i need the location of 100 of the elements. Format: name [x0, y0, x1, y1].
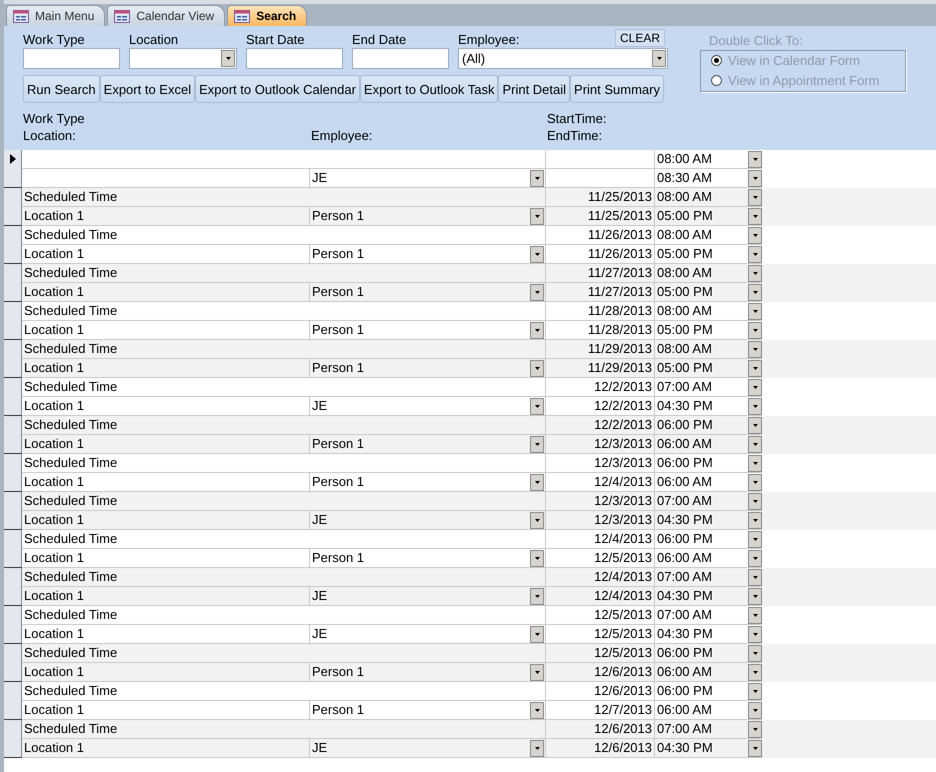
- dropdown-button[interactable]: [530, 208, 544, 224]
- time-field[interactable]: 06:00 PM: [655, 682, 762, 701]
- tab[interactable]: Search: [227, 5, 308, 26]
- tab[interactable]: Main Menu: [6, 5, 106, 26]
- time-field[interactable]: 06:00 PM: [655, 454, 762, 473]
- dropdown-button[interactable]: [748, 740, 762, 756]
- employee-field[interactable]: JE: [310, 739, 546, 758]
- time-field[interactable]: 08:00 AM: [655, 188, 762, 207]
- dropdown-button[interactable]: [748, 436, 762, 452]
- dropdown-button[interactable]: [748, 360, 762, 376]
- time-field[interactable]: 05:00 PM: [655, 207, 762, 226]
- dropdown-button[interactable]: [748, 454, 762, 472]
- toolbar-button[interactable]: Print Detail: [498, 75, 570, 103]
- dropdown-button[interactable]: [748, 246, 762, 262]
- time-field[interactable]: 07:00 AM: [655, 568, 762, 587]
- dropdown-button[interactable]: [748, 302, 762, 320]
- record-selector[interactable]: [4, 682, 22, 720]
- dropdown-button[interactable]: [530, 550, 544, 566]
- input-field[interactable]: [23, 48, 120, 69]
- dropdown-button[interactable]: [530, 322, 544, 338]
- time-field[interactable]: 06:00 AM: [655, 435, 762, 454]
- toolbar-button[interactable]: Export to Outlook Task: [360, 75, 498, 103]
- time-field[interactable]: 07:00 AM: [655, 378, 762, 397]
- dropdown-button[interactable]: [530, 512, 544, 528]
- dropdown-button[interactable]: [748, 208, 762, 224]
- clear-button[interactable]: CLEAR: [614, 29, 665, 47]
- toolbar-button[interactable]: Run Search: [23, 75, 100, 103]
- time-field[interactable]: 07:00 AM: [655, 606, 762, 625]
- dropdown-button[interactable]: [748, 150, 762, 168]
- toolbar-button[interactable]: Export to Excel: [100, 75, 196, 103]
- time-field[interactable]: 06:00 PM: [655, 416, 762, 435]
- dropdown-button[interactable]: [530, 588, 544, 604]
- dropdown-button[interactable]: [748, 512, 762, 528]
- employee-field[interactable]: JE: [310, 511, 546, 530]
- time-field[interactable]: 05:00 PM: [655, 283, 762, 302]
- time-field[interactable]: 08:00 AM: [655, 302, 762, 321]
- employee-field[interactable]: Person 1: [310, 207, 546, 226]
- combo-field[interactable]: [129, 48, 237, 69]
- record-selector[interactable]: [4, 378, 22, 416]
- employee-field[interactable]: Person 1: [310, 435, 546, 454]
- dropdown-button[interactable]: [530, 284, 544, 300]
- record-selector[interactable]: [4, 720, 22, 758]
- record-selector[interactable]: [4, 226, 22, 264]
- record-selector[interactable]: [4, 644, 22, 682]
- dropdown-button[interactable]: [748, 188, 762, 206]
- dropdown-button[interactable]: [530, 702, 544, 718]
- employee-field[interactable]: JE: [310, 587, 546, 606]
- record-selector[interactable]: [4, 150, 22, 188]
- dropdown-button[interactable]: [530, 474, 544, 490]
- dropdown-button[interactable]: [748, 664, 762, 680]
- dropdown-button[interactable]: [748, 416, 762, 434]
- time-field[interactable]: 06:00 AM: [655, 663, 762, 682]
- record-selector[interactable]: [4, 302, 22, 340]
- dropdown-button[interactable]: [748, 474, 762, 490]
- dropdown-button[interactable]: [748, 284, 762, 300]
- dropdown-button[interactable]: [748, 322, 762, 338]
- dropdown-button[interactable]: [748, 264, 762, 282]
- time-field[interactable]: 07:00 AM: [655, 720, 762, 739]
- dropdown-button[interactable]: [530, 170, 544, 186]
- dropdown-button[interactable]: [748, 530, 762, 548]
- dropdown-button[interactable]: [748, 550, 762, 566]
- record-selector[interactable]: [4, 568, 22, 606]
- dropdown-button[interactable]: [748, 588, 762, 604]
- time-field[interactable]: 08:00 AM: [655, 150, 762, 169]
- record-selector[interactable]: [4, 530, 22, 568]
- dropdown-button[interactable]: [748, 682, 762, 700]
- record-selector[interactable]: [4, 454, 22, 492]
- time-field[interactable]: 04:30 PM: [655, 587, 762, 606]
- dropdown-button[interactable]: [530, 664, 544, 680]
- dropdown-button[interactable]: [530, 398, 544, 414]
- time-field[interactable]: 05:00 PM: [655, 359, 762, 378]
- input-field[interactable]: [352, 48, 449, 69]
- dropdown-button[interactable]: [748, 226, 762, 244]
- dropdown-button[interactable]: [748, 398, 762, 414]
- input-field[interactable]: [246, 48, 343, 69]
- time-field[interactable]: 07:00 AM: [655, 492, 762, 511]
- dropdown-button[interactable]: [748, 170, 762, 186]
- time-field[interactable]: 08:00 AM: [655, 226, 762, 245]
- combo-field[interactable]: (All): [458, 48, 668, 69]
- dropdown-button[interactable]: [530, 740, 544, 756]
- time-field[interactable]: 04:30 PM: [655, 511, 762, 530]
- dropdown-button[interactable]: [748, 568, 762, 586]
- time-field[interactable]: 08:00 AM: [655, 340, 762, 359]
- toolbar-button[interactable]: Export to Outlook Calendar: [195, 75, 360, 103]
- time-field[interactable]: 04:30 PM: [655, 739, 762, 758]
- record-selector[interactable]: [4, 340, 22, 378]
- dropdown-button[interactable]: [530, 360, 544, 376]
- record-selector[interactable]: [4, 492, 22, 530]
- dropdown-button[interactable]: [748, 702, 762, 718]
- tab[interactable]: Calendar View: [107, 5, 226, 26]
- dropdown-button[interactable]: [748, 606, 762, 624]
- toolbar-button[interactable]: Print Summary: [570, 75, 664, 103]
- dropdown-button[interactable]: [530, 246, 544, 262]
- dropdown-button[interactable]: [748, 340, 762, 358]
- dropdown-button[interactable]: [652, 50, 666, 67]
- dropdown-button[interactable]: [748, 644, 762, 662]
- dropdown-button[interactable]: [530, 626, 544, 642]
- record-selector[interactable]: [4, 416, 22, 454]
- record-selector[interactable]: [4, 188, 22, 226]
- time-field[interactable]: 06:00 PM: [655, 530, 762, 549]
